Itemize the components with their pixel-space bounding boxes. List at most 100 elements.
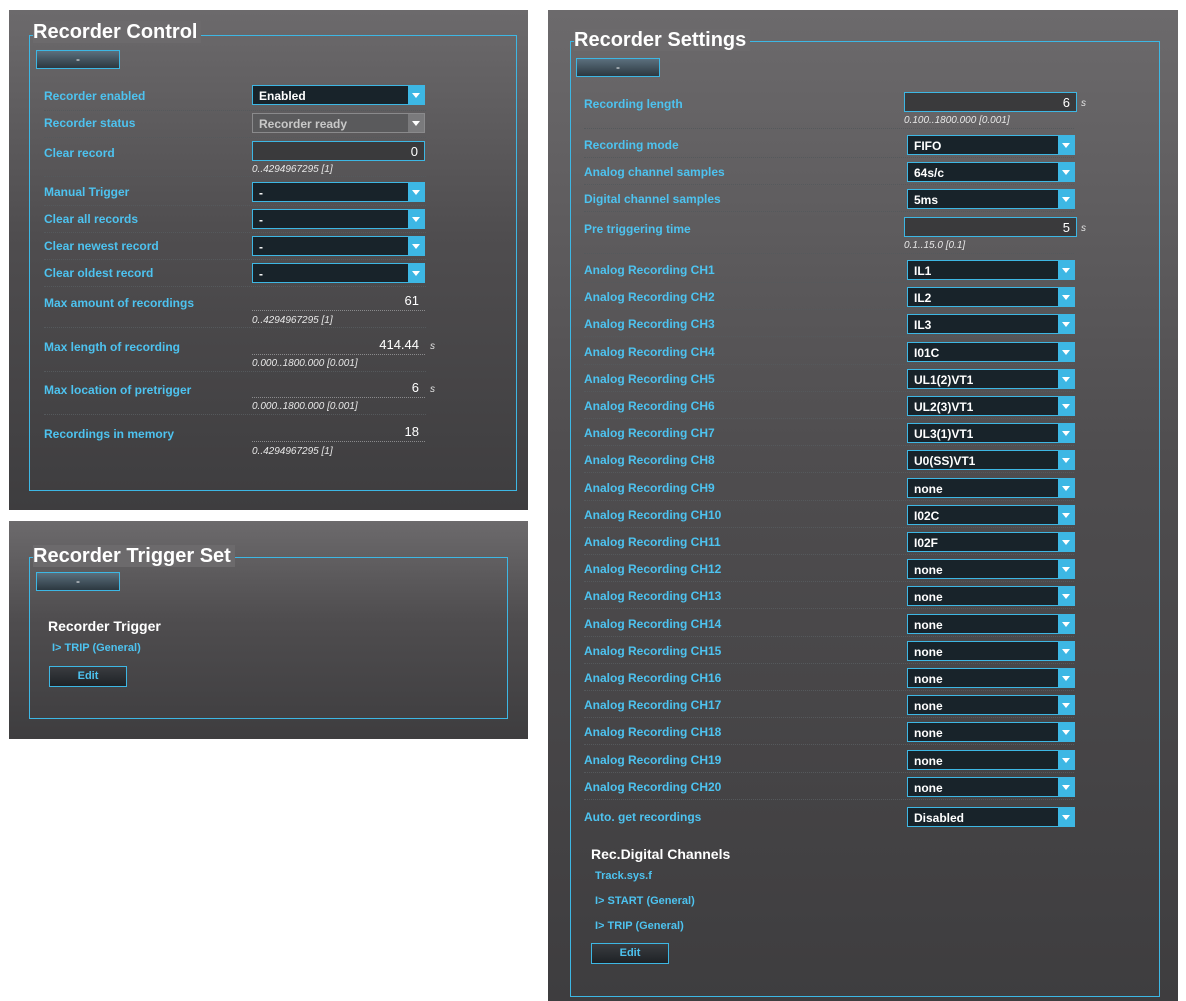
clear-oldest-record-dropdown[interactable]: - <box>252 263 425 283</box>
row-separator <box>584 663 1074 664</box>
analog-recording-ch-dropdown[interactable]: I01C <box>907 342 1075 362</box>
row-separator <box>44 137 426 138</box>
max-amount-recordings-value: 61 <box>404 293 419 308</box>
analog-recording-ch-dropdown[interactable]: none <box>907 586 1075 606</box>
analog-recording-ch-label: Analog Recording CH13 <box>584 589 722 603</box>
max-location-pretrigger-value: 6 <box>411 380 419 395</box>
row-separator <box>584 253 1074 254</box>
analog-recording-ch-dropdown[interactable]: I02F <box>907 532 1075 552</box>
row-separator <box>584 418 1074 419</box>
analog-recording-ch-dropdown[interactable]: none <box>907 722 1075 742</box>
max-length-recording-range: 0.000..1800.000 [0.001] <box>252 358 358 369</box>
analog-recording-ch-dropdown[interactable]: UL2(3)VT1 <box>907 396 1075 416</box>
auto-get-recordings-value: Disabled <box>914 811 965 825</box>
analog-recording-ch-dropdown[interactable]: none <box>907 478 1075 498</box>
recorder-control-title: Recorder Control <box>33 21 202 43</box>
digital-channel-samples-label: Digital channel samples <box>584 192 721 206</box>
analog-recording-ch-dropdown[interactable]: none <box>907 695 1075 715</box>
analog-recording-ch-dropdown[interactable]: none <box>907 750 1075 770</box>
row-separator <box>584 799 1074 800</box>
analog-recording-ch-dropdown[interactable]: I02C <box>907 505 1075 525</box>
analog-recording-ch-dropdown[interactable]: none <box>907 559 1075 579</box>
digital-channel-item[interactable]: Track.sys.f <box>595 870 652 882</box>
chevron-down-icon <box>1058 533 1074 551</box>
chevron-down-icon <box>408 86 424 104</box>
max-location-pretrigger-value-box: 6 <box>252 378 425 398</box>
analog-recording-ch-dropdown[interactable]: U0(SS)VT1 <box>907 450 1075 470</box>
chevron-down-icon <box>1058 723 1074 741</box>
analog-recording-ch-label: Analog Recording CH9 <box>584 481 715 495</box>
row-separator <box>584 527 1074 528</box>
max-location-pretrigger-label: Max location of pretrigger <box>44 383 192 397</box>
analog-recording-ch-dropdown[interactable]: none <box>907 641 1075 661</box>
recording-mode-dropdown[interactable]: FIFO <box>907 135 1075 155</box>
row-separator <box>44 176 426 177</box>
analog-recording-ch-dropdown[interactable]: none <box>907 668 1075 688</box>
analog-recording-ch-dropdown[interactable]: none <box>907 777 1075 797</box>
chevron-down-icon <box>1058 808 1074 826</box>
recorder-trigger-set-collapse-button[interactable]: - <box>36 572 120 591</box>
chevron-down-icon <box>1058 696 1074 714</box>
chevron-down-icon <box>408 114 424 132</box>
recording-length-input[interactable]: 6 <box>904 92 1077 112</box>
clear-oldest-record-value: - <box>259 267 263 281</box>
clear-newest-record-dropdown[interactable]: - <box>252 236 425 256</box>
analog-recording-ch-value: none <box>914 590 943 604</box>
analog-recording-ch-dropdown[interactable]: IL3 <box>907 314 1075 334</box>
row-separator <box>584 309 1074 310</box>
analog-recording-ch-dropdown[interactable]: IL1 <box>907 260 1075 280</box>
recorder-settings-collapse-button[interactable]: - <box>576 58 660 77</box>
clear-record-input[interactable]: 0 <box>252 141 425 161</box>
chevron-down-icon <box>408 210 424 228</box>
max-amount-recordings-range: 0..4294967295 [1] <box>252 315 333 326</box>
max-length-recording-value: 414.44 <box>379 337 419 352</box>
digital-channel-item[interactable]: I> START (General) <box>595 895 695 907</box>
analog-recording-ch-value: none <box>914 645 943 659</box>
recording-mode-value: FIFO <box>914 139 942 153</box>
recorder-control-collapse-button[interactable]: - <box>36 50 120 69</box>
row-separator <box>44 259 426 260</box>
analog-channel-samples-label: Analog channel samples <box>584 165 725 179</box>
row-separator <box>584 445 1074 446</box>
chevron-down-icon <box>1058 163 1074 181</box>
analog-recording-ch-dropdown[interactable]: IL2 <box>907 287 1075 307</box>
clear-record-value: 0 <box>410 144 418 159</box>
chevron-down-icon <box>1058 288 1074 306</box>
digital-channels-edit-button[interactable]: Edit <box>591 943 669 964</box>
clear-all-records-value: - <box>259 213 263 227</box>
auto-get-recordings-label: Auto. get recordings <box>584 810 702 824</box>
row-separator <box>584 336 1074 337</box>
chevron-down-icon <box>1058 778 1074 796</box>
analog-channel-samples-dropdown[interactable]: 64s/c <box>907 162 1075 182</box>
recorder-settings-panel: Recorder Settings - Recording length 6 s… <box>548 10 1178 1001</box>
pre-triggering-time-input[interactable]: 5 <box>904 217 1077 237</box>
analog-recording-ch-label: Analog Recording CH8 <box>584 453 715 467</box>
recorder-enabled-dropdown[interactable]: Enabled <box>252 85 425 105</box>
row-separator <box>584 472 1074 473</box>
recording-mode-label: Recording mode <box>584 138 679 152</box>
analog-recording-ch-label: Analog Recording CH1 <box>584 263 715 277</box>
analog-recording-ch-dropdown[interactable]: UL3(1)VT1 <box>907 423 1075 443</box>
chevron-down-icon <box>1058 397 1074 415</box>
clear-all-records-dropdown[interactable]: - <box>252 209 425 229</box>
pre-triggering-time-unit: s <box>1081 223 1086 234</box>
chevron-down-icon <box>1058 370 1074 388</box>
analog-recording-ch-dropdown[interactable]: none <box>907 614 1075 634</box>
chevron-down-icon <box>1058 506 1074 524</box>
digital-channel-item[interactable]: I> TRIP (General) <box>595 920 684 932</box>
analog-recording-ch-dropdown[interactable]: UL1(2)VT1 <box>907 369 1075 389</box>
recorder-enabled-value: Enabled <box>259 89 306 103</box>
manual-trigger-dropdown[interactable]: - <box>252 182 425 202</box>
auto-get-recordings-dropdown[interactable]: Disabled <box>907 807 1075 827</box>
recording-length-range: 0.100..1800.000 [0.001] <box>904 115 1010 126</box>
chevron-down-icon <box>1058 190 1074 208</box>
chevron-down-icon <box>1058 560 1074 578</box>
recorder-trigger-item[interactable]: I> TRIP (General) <box>52 642 141 654</box>
row-separator <box>584 772 1074 773</box>
row-separator <box>584 157 1074 158</box>
recorder-trigger-edit-button[interactable]: Edit <box>49 666 127 687</box>
analog-recording-ch-value: UL3(1)VT1 <box>914 427 974 441</box>
analog-recording-ch-value: UL2(3)VT1 <box>914 400 974 414</box>
row-separator <box>44 232 426 233</box>
digital-channel-samples-dropdown[interactable]: 5ms <box>907 189 1075 209</box>
